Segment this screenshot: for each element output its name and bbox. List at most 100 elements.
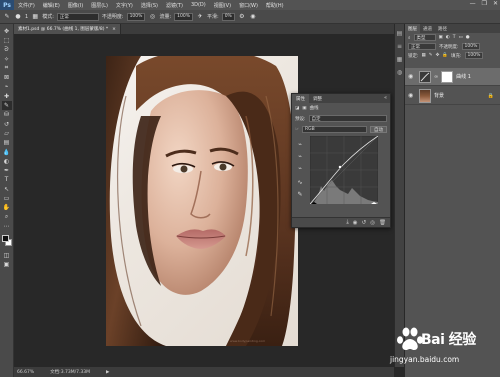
clone-stamp-tool-icon[interactable]: ⛁	[2, 111, 12, 119]
filter-adjust-icon[interactable]: ◐	[446, 35, 450, 40]
foreground-color-swatch[interactable]	[1, 234, 9, 242]
tab-adjustments[interactable]: 调整	[309, 96, 326, 102]
curves-graph-svg[interactable]	[309, 135, 379, 205]
path-select-tool-icon[interactable]: ↖	[2, 185, 12, 193]
menu-help[interactable]: 帮助(H)	[262, 2, 288, 9]
lasso-tool-icon[interactable]: ᘐ	[2, 46, 12, 54]
brush-tool-icon-active[interactable]: ✎	[1, 101, 12, 110]
frame-tool-icon[interactable]: ⊠	[2, 73, 12, 81]
zoom-tool-icon[interactable]: ⌕	[2, 213, 12, 221]
tab-layers[interactable]: 图层	[405, 24, 420, 33]
close-window-button[interactable]: ✕	[493, 0, 498, 7]
marquee-tool-icon[interactable]: ⬚	[2, 36, 12, 44]
layer-row-curves[interactable]: ◉ ∞ 曲线 1	[405, 68, 500, 86]
properties-panel-icon[interactable]: ≡	[397, 43, 402, 50]
pen-tool-icon[interactable]: ✒	[2, 166, 12, 174]
lock-brush-icon[interactable]: ✎	[429, 53, 433, 58]
layer-opacity-field[interactable]: 100%	[461, 43, 481, 50]
menu-select[interactable]: 选择(S)	[137, 2, 162, 9]
filter-pixel-icon[interactable]: ▣	[439, 35, 443, 40]
flow-field[interactable]: 100%	[174, 12, 193, 21]
hand-adjust-icon[interactable]: ☞	[295, 127, 299, 132]
menu-layer[interactable]: 图层(L)	[87, 2, 112, 9]
quick-select-tool-icon[interactable]: ✧	[2, 55, 12, 63]
preset-select[interactable]: 自定	[308, 115, 387, 122]
brush-tool-icon[interactable]: ✎	[3, 13, 11, 21]
smoothing-field[interactable]: 0%	[221, 12, 235, 21]
pressure-size-icon[interactable]: ◉	[249, 13, 257, 21]
smoothing-settings-icon[interactable]: ⚙	[238, 13, 246, 21]
lock-transparent-icon[interactable]: ▦	[422, 53, 426, 58]
quick-mask-icon[interactable]: ◫	[2, 252, 12, 260]
menu-view[interactable]: 视图(V)	[210, 2, 235, 9]
brush-panel-icon[interactable]: ▦	[31, 13, 39, 21]
auto-button[interactable]: 自动	[370, 126, 387, 133]
chain-link-icon[interactable]: ∞	[434, 74, 438, 80]
lock-all-icon[interactable]: 🔒	[442, 53, 448, 58]
tab-properties[interactable]: 属性	[292, 94, 309, 103]
menu-filter[interactable]: 滤镜(T)	[162, 2, 187, 9]
history-panel-icon[interactable]: ▤	[397, 30, 403, 37]
opacity-field[interactable]: 100%	[126, 12, 146, 21]
pressure-opacity-icon[interactable]: ◎	[148, 13, 156, 21]
history-brush-tool-icon[interactable]: ↺	[2, 120, 12, 128]
brush-preset-icon[interactable]: ●	[14, 13, 22, 21]
zoom-level[interactable]: 66.67%	[17, 370, 34, 375]
mode-select[interactable]: 正常	[56, 12, 99, 21]
menu-edit[interactable]: 编辑(E)	[39, 2, 64, 9]
menu-window[interactable]: 窗口(W)	[235, 2, 262, 9]
dodge-tool-icon[interactable]: ◐	[2, 157, 12, 165]
crop-tool-icon[interactable]: ⌗	[2, 64, 12, 72]
filter-type-icon[interactable]: T	[453, 35, 456, 40]
curves-graph[interactable]	[309, 135, 379, 205]
fill-field[interactable]: 100%	[464, 52, 484, 59]
screen-mode-icon[interactable]: ▣	[2, 261, 12, 269]
more-tools-icon[interactable]: ⋯	[2, 222, 12, 230]
type-tool-icon[interactable]: T	[2, 176, 12, 184]
menu-3d[interactable]: 3D(D)	[187, 2, 210, 8]
healing-brush-tool-icon[interactable]: ✚	[2, 92, 12, 100]
visibility-icon[interactable]: ◎	[370, 220, 375, 226]
curve-point-mode-icon[interactable]: ∿	[296, 178, 304, 186]
delete-adjustment-icon[interactable]: 🗑	[379, 220, 386, 226]
layer-visibility-eye-icon[interactable]: ◉	[408, 73, 416, 80]
gray-point-eyedropper-icon[interactable]: ⌁	[296, 152, 304, 160]
swatches-panel-icon[interactable]: ▦	[397, 56, 403, 63]
reset-icon[interactable]: ↺	[362, 220, 367, 226]
blend-mode-select[interactable]: 正常	[408, 43, 436, 50]
black-point-eyedropper-icon[interactable]: ⌁	[296, 140, 304, 148]
eyedropper-tool-icon[interactable]: ⌁	[2, 83, 12, 91]
layer-visibility-eye-icon[interactable]: ◉	[408, 92, 416, 99]
airbrush-icon[interactable]: ✈	[196, 13, 204, 21]
tab-paths[interactable]: 路径	[435, 26, 450, 32]
white-point-eyedropper-icon[interactable]: ⌁	[296, 164, 304, 172]
gradient-tool-icon[interactable]: ▤	[2, 139, 12, 147]
document-image[interactable]: www.bodypainting.com	[106, 56, 298, 346]
brush-settings-panel-icon[interactable]: ◍	[397, 69, 402, 76]
panel-collapse-icon[interactable]: «	[384, 95, 387, 101]
document-tab[interactable]: 素材1.psd @ 66.7% (曲线 1, 图层蒙版/8) * ×	[14, 24, 121, 34]
menu-image[interactable]: 图像(I)	[64, 2, 87, 9]
restore-button[interactable]: ❐	[482, 0, 487, 7]
rectangle-tool-icon[interactable]: ▭	[2, 194, 12, 202]
color-swatches[interactable]	[1, 234, 12, 247]
minimize-button[interactable]: —	[470, 0, 476, 7]
filter-toggle-icon[interactable]: ●	[466, 35, 470, 40]
layer-kind-select[interactable]: 类型	[413, 34, 436, 41]
menu-type[interactable]: 文字(Y)	[112, 2, 137, 9]
menu-file[interactable]: 文件(F)	[14, 2, 39, 9]
channel-select[interactable]: RGB	[302, 126, 367, 133]
curve-pencil-mode-icon[interactable]: ✎	[296, 190, 304, 198]
layer-row-background[interactable]: ◉ 背景 🔒	[405, 87, 500, 105]
layer-name[interactable]: 曲线 1	[456, 73, 471, 80]
filter-shape-icon[interactable]: ▭	[458, 35, 462, 40]
move-tool-icon[interactable]: ✥	[2, 27, 12, 35]
hand-tool-icon[interactable]: ✋	[2, 204, 12, 212]
clip-to-layer-icon[interactable]: ⤓	[346, 219, 348, 226]
tab-channels[interactable]: 通道	[420, 26, 435, 32]
lock-position-icon[interactable]: ✥	[436, 53, 440, 58]
layer-name[interactable]: 背景	[434, 92, 444, 99]
eraser-tool-icon[interactable]: ▱	[2, 129, 12, 137]
view-previous-icon[interactable]: ◉	[353, 220, 358, 226]
status-menu-arrow[interactable]: ▶	[106, 370, 109, 375]
